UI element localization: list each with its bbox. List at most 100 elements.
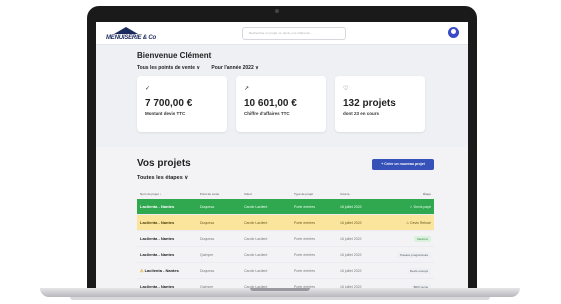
column-header-type[interactable]: Type de projet [291,189,337,199]
table-row[interactable]: Laclienta - Nantes Duquesa Carole Laclient… [137,199,434,215]
cell-text: Porte entrées [294,268,316,273]
cell-name: Laclienta - Nantes [137,214,197,231]
column-header-client[interactable]: Client [241,189,291,199]
cell-text: Laclienta - Nantes [140,204,175,209]
stage-badge: Devis lu [414,235,431,242]
column-header-name[interactable]: Nom du projet ↓ [137,189,197,199]
cell-date: 16 juillet 2022 [337,199,383,215]
cell-text: 16 juillet 2022 [340,204,362,209]
welcome-title: Bienvenue Clément [137,51,212,60]
cell-store: Duquesa [197,262,241,279]
table-row[interactable]: Laclienta - Nantes Duquesa Carole Laclient… [137,230,434,247]
cell-store: Duquesa [197,230,241,247]
cell-text: Laclienta - Nantes [140,220,175,225]
cell-store: Duquesa [197,214,241,231]
kpi-value: 7 700,00 € [145,98,193,109]
cell-text: Duquesa [200,236,215,241]
top-bar: MENUISERIE & Co Rechercher un projet, un… [96,22,468,45]
kpi-card-quotes: ✓ 7 700,00 € Montant devis TTC [137,76,227,132]
cell-text: ✓ Devis payé [409,204,431,209]
cell-text: Carole Laclient [244,252,268,257]
cell-text: Porte entrées [294,220,316,225]
cell-date: 16 juillet 2022 [337,246,383,263]
cell-name: Laclienta - Nantes [137,199,197,215]
laptop-foot [70,297,490,300]
check-icon: ✓ [145,86,151,92]
cell-type: Porte entrées [291,246,337,263]
cell-text: Carole Laclient [244,236,268,241]
cell-date: 16 juillet 2022 [337,262,383,279]
camera [275,9,279,13]
cell-text: Quimper [200,252,214,257]
cell-client: Carole Laclient [241,246,291,263]
cell-text: Carole Laclient [244,204,268,209]
trend-up-icon: ↗ [244,86,250,92]
cell-name: Laclienta - Nantes [137,246,197,263]
laptop-base [40,288,520,297]
cell-text: 16 juillet 2022 [340,236,362,241]
steps-filter[interactable]: Toutes les étapes ∨ [137,175,188,181]
year-filter[interactable]: Pour l'année 2022 ∨ [211,65,258,71]
kpi-value: 132 projets [343,98,396,109]
kpi-label: Chiffre d'affaires TTC [244,111,290,116]
filters: Tous les points de vente ∨ Pour l'année … [137,65,269,71]
cell-text: 16 juillet 2022 [340,220,362,225]
cell-text: Carole Laclient [244,220,268,225]
kpi-label: dont 23 en cours [343,111,380,116]
table-row[interactable]: Laclienta - Nantes Duquesa Carole Laclient… [137,214,434,231]
table-row[interactable]: ⚠Laclienta - Nantes Duquesa Carole Laclien… [137,262,434,279]
cell-name: Laclienta - Nantes [137,230,197,247]
table-header-row: Nom du projet ↓ Point de vente Client Ty… [137,189,434,199]
cell-text: Laclienta - Nantes [140,252,175,257]
stage-badge: Travaux programmés [396,251,431,258]
stage-badge: Devis envoyé [406,267,431,274]
cell-text: Duquesa [200,204,215,209]
cell-stage: Devis lu [383,230,434,247]
laptop-notch [250,288,310,291]
projects-title: Vos projets [137,158,191,169]
cell-store: Duquesa [197,199,241,215]
cell-client: Carole Laclient [241,214,291,231]
cell-client: Carole Laclient [241,199,291,215]
laptop-bezel: MENUISERIE & Co Rechercher un projet, un… [87,6,477,293]
logo-roof-icon [114,27,138,34]
user-avatar-icon[interactable] [448,27,459,38]
cell-text: 16 juillet 2022 [340,252,362,257]
app-screen: MENUISERIE & Co Rechercher un projet, un… [96,22,468,293]
cell-text: Porte entrées [294,252,316,257]
kpi-card-revenue: ↗ 10 601,00 € Chiffre d'affaires TTC [236,76,326,132]
cell-type: Porte entrées [291,262,337,279]
kpi-label: Montant devis TTC [145,111,186,116]
cell-text: Carole Laclient [244,268,268,273]
kpi-cards: ✓ 7 700,00 € Montant devis TTC ↗ 10 601,… [137,76,425,132]
kpi-value: 10 601,00 € [244,98,297,109]
cell-stage: ⚠ Devis Refusé [383,214,434,231]
column-header-date[interactable]: Créé le [337,189,383,199]
cell-text: Duquesa [200,220,215,225]
cell-stage: ✓ Devis payé [383,199,434,215]
cell-type: Porte entrées [291,230,337,247]
cell-text: 16 juillet 2022 [340,268,362,273]
cell-text: Laclienta - Nantes [144,268,179,273]
cell-client: Carole Laclient [241,230,291,247]
sales-point-filter[interactable]: Tous les points de vente ∨ [137,65,200,71]
cell-type: Porte entrées [291,199,337,215]
logo-text: MENUISERIE & Co [106,35,157,41]
cell-type: Porte entrées [291,214,337,231]
column-header-stage[interactable]: Étape [383,189,434,199]
cell-client: Carole Laclient [241,262,291,279]
projects-table: Nom du projet ↓ Point de vente Client Ty… [137,189,434,293]
new-project-button[interactable]: + Créer un nouveau projet [372,159,434,170]
dashboard-header: Bienvenue Clément Tous les points de ven… [96,45,468,147]
column-header-store[interactable]: Point de vente [197,189,241,199]
cell-stage: Travaux programmés [383,246,434,263]
warning-icon: ⚠ [140,268,144,273]
cell-stage: Devis envoyé [383,262,434,279]
cell-text: ⚠ Devis Refusé [406,220,431,225]
search-input[interactable]: Rechercher un projet, un devis, une réfé… [242,27,346,40]
cell-name: ⚠Laclienta - Nantes [137,262,197,279]
cell-text: Porte entrées [294,204,316,209]
table-row[interactable]: Laclienta - Nantes Quimper Carole Laclient… [137,246,434,263]
kpi-card-projects: ♡ 132 projets dont 23 en cours [335,76,425,132]
cell-text: Laclienta - Nantes [140,236,175,241]
